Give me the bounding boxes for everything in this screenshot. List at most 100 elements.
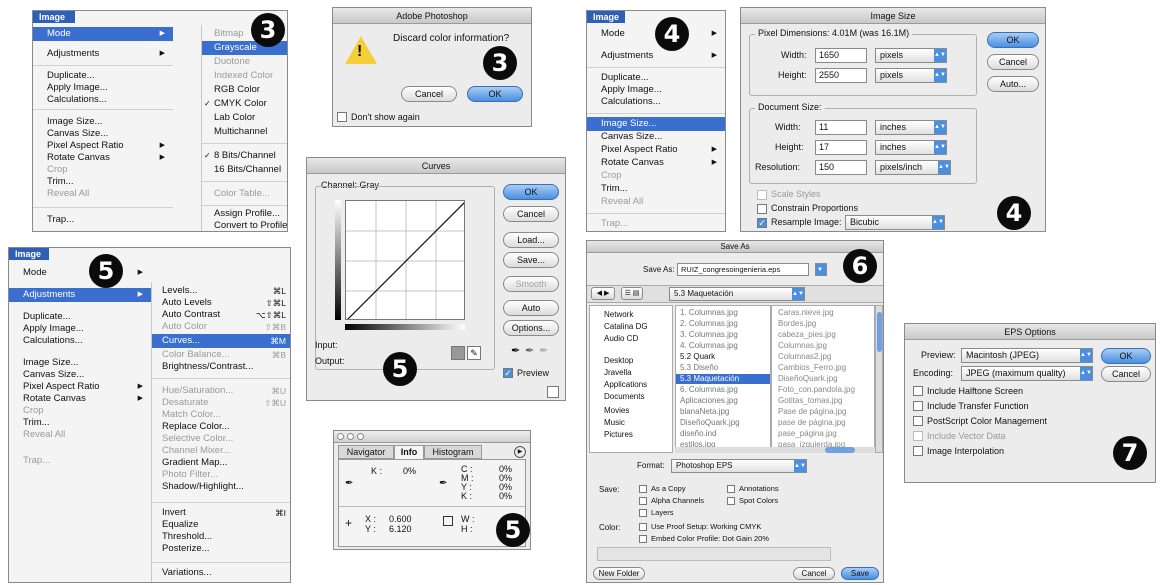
sidebar-item-desktop[interactable]: Desktop xyxy=(604,356,633,366)
menu-item-adjustments[interactable]: Adjustments ▶ xyxy=(587,49,725,63)
menu-item-mode[interactable]: Mode ▶ xyxy=(33,27,173,41)
file-item[interactable]: 2. Columnas.jpg xyxy=(680,319,738,329)
file-item[interactable]: cabeza_pies.jpg xyxy=(778,330,836,340)
menubar-image[interactable]: Image xyxy=(9,248,49,260)
tab-navigator[interactable]: Navigator xyxy=(338,445,394,459)
sidebar-item-disk[interactable]: Catalina DG xyxy=(604,322,648,332)
palette-menu-icon[interactable]: ▶ xyxy=(514,446,526,458)
folder-item[interactable]: 5.2 Quark xyxy=(680,352,715,362)
file-item[interactable]: DiseñoQuark.jpg xyxy=(778,374,838,384)
layers-checkbox[interactable] xyxy=(639,509,647,517)
vertical-scrollbar[interactable] xyxy=(875,305,883,453)
spot-colors-checkbox[interactable] xyxy=(727,497,735,505)
back-forward-button[interactable]: ◀ ▶ xyxy=(591,287,615,300)
doc-height-unit-select[interactable]: inches ▲▼ xyxy=(875,140,947,155)
file-item[interactable]: Bordes.jpg xyxy=(778,319,816,329)
transfer-function-checkbox[interactable] xyxy=(913,401,923,411)
doc-width-field[interactable]: 11 xyxy=(815,120,867,135)
submenu-item-shadow-highlight[interactable]: Shadow/Highlight... xyxy=(152,480,290,494)
halftone-checkbox[interactable] xyxy=(913,386,923,396)
scrollbar-thumb[interactable] xyxy=(825,447,855,453)
close-button-icon[interactable] xyxy=(337,433,344,440)
menu-item-trap[interactable]: Trap... xyxy=(33,213,173,227)
submenu-item-posterize[interactable]: Posterize... xyxy=(152,542,290,556)
pencil-tool-icon[interactable]: ✎ xyxy=(467,346,481,360)
pixel-width-field[interactable]: 1650 xyxy=(815,48,867,63)
file-item[interactable]: pase_página.jpg xyxy=(778,429,837,439)
scrollbar-thumb[interactable] xyxy=(877,312,882,352)
file-item[interactable]: Foto_con.pandola.jpg xyxy=(778,385,855,395)
submenu-item-multichannel[interactable]: Multichannel xyxy=(202,125,287,139)
file-item[interactable]: 6. Columnas.jpg xyxy=(680,385,738,395)
ok-button[interactable]: OK xyxy=(503,184,559,200)
folder-select[interactable]: 5.3 Maquetación ▲▼ xyxy=(669,287,805,301)
submenu-item-variations[interactable]: Variations... xyxy=(152,566,290,580)
tab-histogram[interactable]: Histogram xyxy=(424,445,482,459)
menu-item-rotate-canvas[interactable]: Rotate Canvas ▶ xyxy=(587,156,725,170)
ok-button[interactable]: OK xyxy=(467,86,523,102)
sidebar-item-documents[interactable]: Documents xyxy=(604,392,644,402)
doc-width-unit-select[interactable]: inches ▲▼ xyxy=(875,120,947,135)
menu-item-calculations[interactable]: Calculations... xyxy=(33,93,173,107)
preview-select[interactable]: Macintosh (JPEG) ▲▼ xyxy=(961,348,1093,363)
sidebar-item-network[interactable]: Network xyxy=(604,310,633,320)
filename-field[interactable]: RUIZ_congresoingenieria.eps xyxy=(677,263,809,276)
cancel-button[interactable]: Cancel xyxy=(987,54,1039,70)
pixel-height-field[interactable]: 2550 xyxy=(815,68,867,83)
postscript-color-checkbox[interactable] xyxy=(913,416,923,426)
expand-dialog-button[interactable]: ▼ xyxy=(815,263,827,276)
eyedropper-gray-icon[interactable]: ✒ xyxy=(525,344,534,357)
options-button[interactable]: Options... xyxy=(503,320,559,336)
submenu-item-convert-profile[interactable]: Convert to Profile... xyxy=(202,219,287,231)
submenu-item-16bit[interactable]: 16 Bits/Channel xyxy=(202,163,287,177)
menu-item-pixel-aspect[interactable]: Pixel Aspect Ratio ▶ xyxy=(587,143,725,157)
cancel-button[interactable]: Cancel xyxy=(401,86,457,102)
file-item[interactable]: Cambios_Ferro.jpg xyxy=(778,363,846,373)
menu-item-adjustments[interactable]: Adjustments ▶ xyxy=(9,288,151,302)
auto-button[interactable]: Auto xyxy=(503,300,559,316)
folder-item[interactable]: 5.3 Diseño xyxy=(680,363,718,373)
load-button[interactable]: Load... xyxy=(503,232,559,248)
file-item[interactable]: diseño.ind xyxy=(680,429,716,439)
ok-button[interactable]: OK xyxy=(1101,348,1151,364)
dont-show-checkbox[interactable] xyxy=(337,112,347,122)
file-item[interactable]: DiseñoQuark.jpg xyxy=(680,418,740,428)
cancel-button[interactable]: Cancel xyxy=(1101,366,1151,382)
file-item[interactable]: 1. Columnas.jpg xyxy=(680,308,738,318)
ok-button[interactable]: OK xyxy=(987,32,1039,48)
encoding-select[interactable]: JPEG (maximum quality) ▲▼ xyxy=(961,366,1093,381)
file-item[interactable]: Columnas2.jpg xyxy=(778,352,831,362)
file-item[interactable]: Caras.nieve.jpg xyxy=(778,308,834,318)
embed-profile-checkbox[interactable] xyxy=(639,535,647,543)
curve-tool-icon[interactable] xyxy=(451,346,465,360)
eyedropper-white-icon[interactable]: ✒ xyxy=(539,344,548,357)
sidebar-item-pictures[interactable]: Pictures xyxy=(604,430,633,440)
menu-item-canvas-size[interactable]: Canvas Size... xyxy=(587,130,725,144)
menu-item-calculations[interactable]: Calculations... xyxy=(9,334,151,348)
pixel-height-unit-select[interactable]: pixels ▲▼ xyxy=(875,68,947,83)
menu-item-trim[interactable]: Trim... xyxy=(587,182,725,196)
submenu-item-lab[interactable]: Lab Color xyxy=(202,111,287,125)
sidebar-item-movies[interactable]: Movies xyxy=(604,406,629,416)
doc-height-field[interactable]: 17 xyxy=(815,140,867,155)
sidebar-item-applications[interactable]: Applications xyxy=(604,380,647,390)
format-select[interactable]: Photoshop EPS ▲▼ xyxy=(671,459,807,473)
as-copy-checkbox[interactable] xyxy=(639,485,647,493)
menu-item-calculations[interactable]: Calculations... xyxy=(587,95,725,109)
constrain-proportions-checkbox[interactable] xyxy=(757,204,767,214)
eyedropper-black-icon[interactable]: ✒ xyxy=(511,344,520,357)
folder-item-selected[interactable]: 5.3 Maquetación xyxy=(676,374,770,384)
auto-button[interactable]: Auto... xyxy=(987,76,1039,92)
curve-graph[interactable] xyxy=(345,200,465,320)
submenu-item-cmyk[interactable]: ✓ CMYK Color xyxy=(202,97,287,111)
annotations-checkbox[interactable] xyxy=(727,485,735,493)
cancel-button[interactable]: Cancel xyxy=(793,567,835,580)
submenu-item-rgb[interactable]: RGB Color xyxy=(202,83,287,97)
alpha-channels-checkbox[interactable] xyxy=(639,497,647,505)
save-button[interactable]: Save... xyxy=(503,252,559,268)
resample-checkbox[interactable]: ✓ xyxy=(757,218,767,228)
submenu-item-8bit[interactable]: ✓ 8 Bits/Channel xyxy=(202,149,287,163)
file-item[interactable]: Gotitas_tomas.jpg xyxy=(778,396,842,406)
menu-item-adjustments[interactable]: Adjustments ▶ xyxy=(33,47,173,61)
horizontal-scrollbar[interactable] xyxy=(675,447,875,453)
